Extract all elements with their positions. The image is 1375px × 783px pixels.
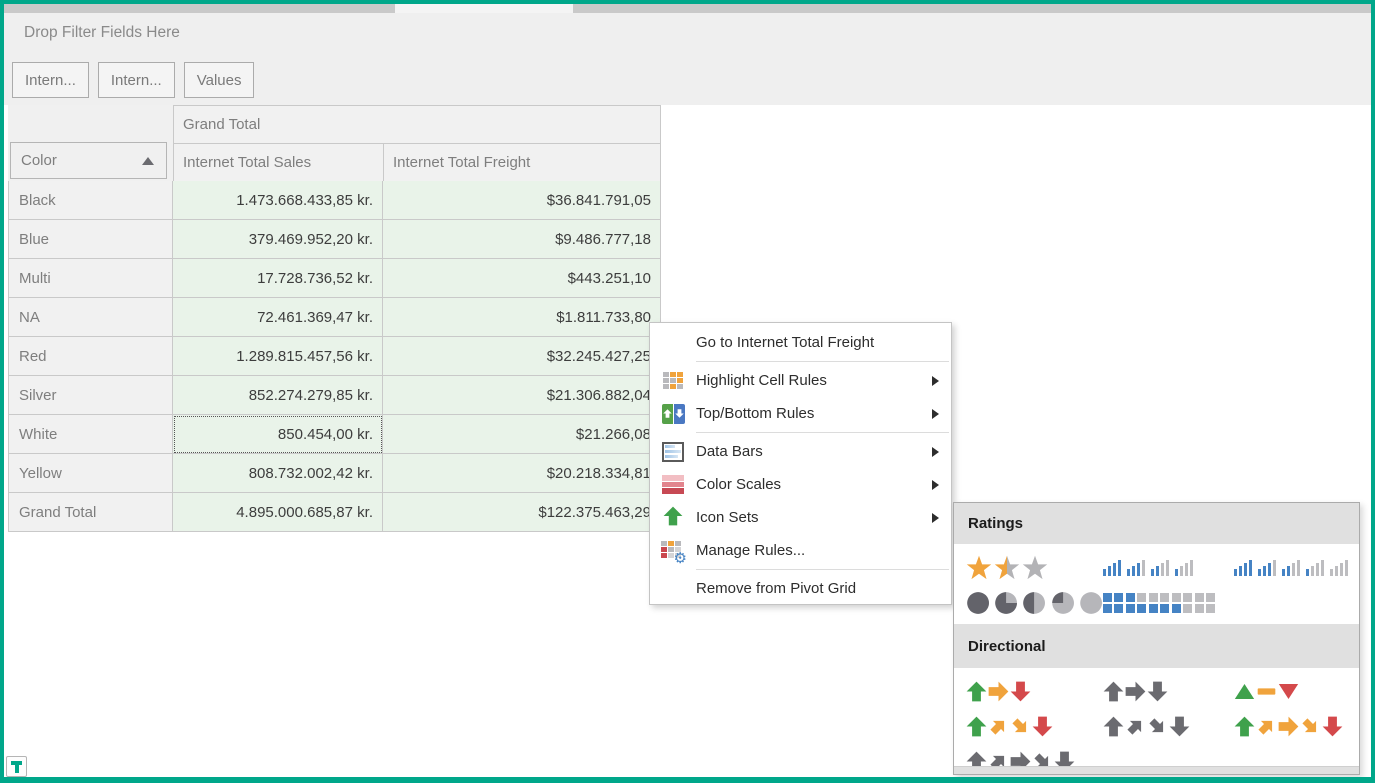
row-label-cell[interactable]: Black xyxy=(8,181,173,220)
top-tab-strip xyxy=(4,4,1371,13)
row-label-cell[interactable]: Grand Total xyxy=(8,493,173,532)
sales-value-cell[interactable]: 379.469.952,20 kr. xyxy=(173,220,383,259)
table-row: Yellow808.732.002,42 kr.$20.218.334,81 xyxy=(8,454,661,493)
table-row: Grand Total4.895.000.685,87 kr.$122.375.… xyxy=(8,493,661,532)
submenu-arrow-icon xyxy=(932,447,939,457)
section-header-directional: Directional xyxy=(954,624,1359,668)
ratings-section xyxy=(954,544,1359,624)
submenu-arrow-icon xyxy=(932,376,939,386)
freight-value-cell[interactable]: $21.266,08 xyxy=(383,415,661,454)
drop-filter-hint: Drop Filter Fields Here xyxy=(24,24,180,42)
row-field-label: Color xyxy=(21,152,57,169)
submenu-arrow-icon xyxy=(932,409,939,419)
top-bottom-rules-icon xyxy=(662,404,685,424)
menu-item-go-to-freight[interactable]: Go to Internet Total Freight xyxy=(650,326,951,359)
icon-set-5-boxes[interactable] xyxy=(1103,593,1234,613)
icon-set-3-arrows-colored[interactable] xyxy=(966,681,1103,702)
top-tab-strip-active-segment xyxy=(395,4,573,13)
table-row: Multi17.728.736,52 kr.$443.251,10 xyxy=(8,259,661,298)
menu-item-remove-from-pivot-grid[interactable]: Remove from Pivot Grid xyxy=(650,572,951,605)
menu-item-manage-rules[interactable]: ⚙ Manage Rules... xyxy=(650,534,951,567)
highlight-cell-rules-icon xyxy=(663,372,683,389)
menu-item-highlight-cell-rules[interactable]: Highlight Cell Rules xyxy=(650,364,951,397)
color-scales-icon xyxy=(662,475,684,494)
context-menu: Go to Internet Total Freight Highlight C… xyxy=(649,322,952,605)
data-bars-icon xyxy=(662,442,684,462)
table-row: NA72.461.369,47 kr.$1.811.733,80 xyxy=(8,298,661,337)
table-row: Blue379.469.952,20 kr.$9.486.777,18 xyxy=(8,220,661,259)
menu-item-color-scales[interactable]: Color Scales xyxy=(650,468,951,501)
row-field-color[interactable]: Color xyxy=(10,142,167,179)
column-group-header[interactable]: Grand Total xyxy=(173,105,661,144)
icon-sets-icon xyxy=(663,506,683,530)
icon-set-5-ratings[interactable] xyxy=(1234,560,1359,576)
row-label-cell[interactable]: Yellow xyxy=(8,454,173,493)
column-header-sales[interactable]: Internet Total Sales xyxy=(173,143,384,182)
submenu-arrow-icon xyxy=(932,513,939,523)
freight-value-cell[interactable]: $443.251,10 xyxy=(383,259,661,298)
sort-ascending-icon xyxy=(142,157,154,165)
icon-set-4-ratings[interactable] xyxy=(1103,560,1234,576)
icon-set-5-quarters[interactable] xyxy=(966,590,1103,616)
filter-area: Drop Filter Fields Here Intern... Intern… xyxy=(4,13,1371,105)
pivot-rows: Black1.473.668.433,85 kr.$36.841.791,05 … xyxy=(8,181,661,532)
row-label-cell[interactable]: White xyxy=(8,415,173,454)
row-label-cell[interactable]: Multi xyxy=(8,259,173,298)
gear-icon: ⚙ xyxy=(674,551,687,566)
menu-item-top-bottom-rules[interactable]: Top/Bottom Rules xyxy=(650,397,951,430)
icon-set-4-arrows-colored[interactable] xyxy=(966,716,1103,737)
sales-value-cell-focused[interactable]: 850.454,00 kr. xyxy=(173,415,383,454)
menu-separator xyxy=(696,361,949,362)
menu-separator xyxy=(696,432,949,433)
icon-set-4-arrows-gray[interactable] xyxy=(1103,716,1234,737)
manage-rules-icon: ⚙ xyxy=(661,540,685,562)
submenu-arrow-icon xyxy=(932,480,939,490)
icon-set-3-triangles[interactable] xyxy=(1234,681,1359,702)
freight-value-cell[interactable]: $9.486.777,18 xyxy=(383,220,661,259)
table-row: Silver852.274.279,85 kr.$21.306.882,04 xyxy=(8,376,661,415)
row-label-cell[interactable]: Blue xyxy=(8,220,173,259)
icon-sets-submenu: Ratings Directional xyxy=(953,502,1360,775)
freight-value-cell[interactable]: $1.811.733,80 xyxy=(383,298,661,337)
row-label-cell[interactable]: Red xyxy=(8,337,173,376)
field-button-internet-1[interactable]: Intern... xyxy=(12,62,89,98)
sales-value-cell[interactable]: 4.895.000.685,87 kr. xyxy=(173,493,383,532)
sales-value-cell[interactable]: 17.728.736,52 kr. xyxy=(173,259,383,298)
freight-value-cell[interactable]: $20.218.334,81 xyxy=(383,454,661,493)
field-button-values[interactable]: Values xyxy=(184,62,255,98)
sales-value-cell[interactable]: 72.461.369,47 kr. xyxy=(173,298,383,337)
icon-set-5-arrows-colored[interactable] xyxy=(1234,716,1359,737)
icon-set-3-stars[interactable] xyxy=(966,555,1103,581)
menu-separator xyxy=(696,569,949,570)
sales-value-cell[interactable]: 808.732.002,42 kr. xyxy=(173,454,383,493)
freight-value-cell[interactable]: $36.841.791,05 xyxy=(383,181,661,220)
next-section-cutoff xyxy=(954,766,1359,774)
row-label-cell[interactable]: NA xyxy=(8,298,173,337)
table-row: White850.454,00 kr.$21.266,08 xyxy=(8,415,661,454)
sales-value-cell[interactable]: 852.274.279,85 kr. xyxy=(173,376,383,415)
table-row: Red1.289.815.457,56 kr.$32.245.427,25 xyxy=(8,337,661,376)
sales-value-cell[interactable]: 1.289.815.457,56 kr. xyxy=(173,337,383,376)
pivot-corner: Color xyxy=(8,105,173,181)
field-button-internet-2[interactable]: Intern... xyxy=(98,62,175,98)
sales-value-cell[interactable]: 1.473.668.433,85 kr. xyxy=(173,181,383,220)
menu-item-icon-sets[interactable]: Icon Sets xyxy=(650,501,951,534)
corner-badge-icon xyxy=(6,756,27,777)
menu-item-data-bars[interactable]: Data Bars xyxy=(650,435,951,468)
table-row: Black1.473.668.433,85 kr.$36.841.791,05 xyxy=(8,181,661,220)
freight-value-cell[interactable]: $32.245.427,25 xyxy=(383,337,661,376)
freight-value-cell[interactable]: $21.306.882,04 xyxy=(383,376,661,415)
column-header-freight[interactable]: Internet Total Freight xyxy=(383,143,661,182)
field-buttons: Intern... Intern... Values xyxy=(12,62,254,98)
icon-set-3-arrows-gray[interactable] xyxy=(1103,681,1234,702)
freight-value-cell[interactable]: $122.375.463,29 xyxy=(383,493,661,532)
section-header-ratings: Ratings xyxy=(954,503,1359,544)
row-label-cell[interactable]: Silver xyxy=(8,376,173,415)
